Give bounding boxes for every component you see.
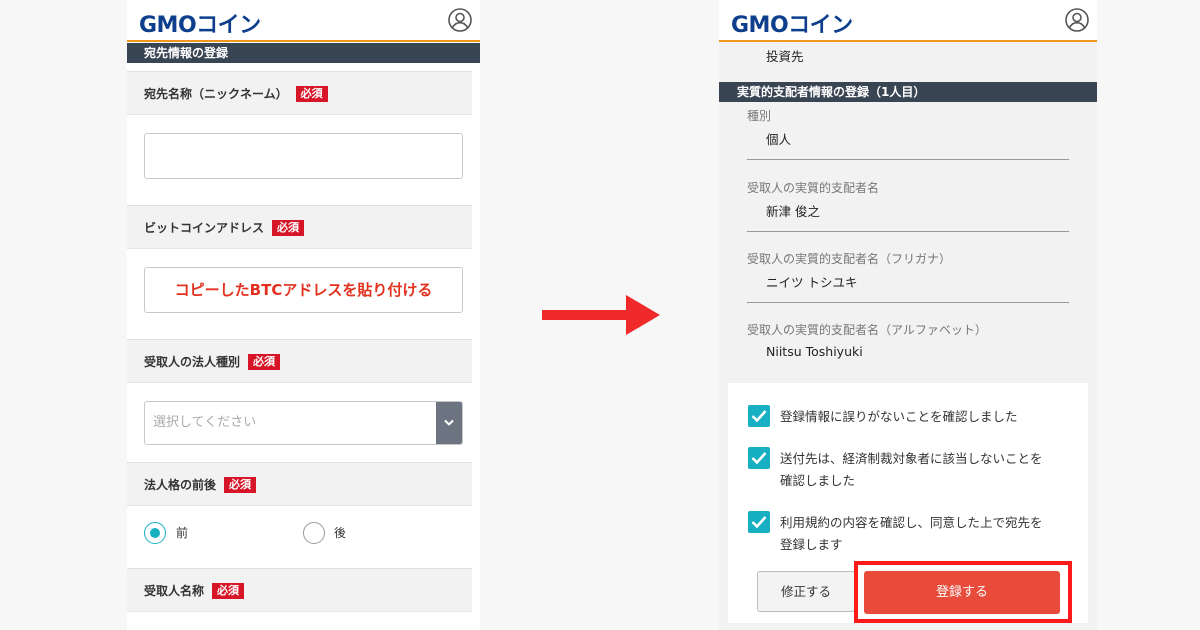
checkmark-icon: [751, 410, 767, 423]
confirm-text-3: 利用規約の内容を確認し、同意した上で宛先を登録します: [780, 515, 1043, 552]
info-label: 受取人の実質的支配者名: [747, 181, 880, 195]
divider: [747, 231, 1069, 232]
select-placeholder: 選択してください: [153, 415, 257, 430]
entity-type-select[interactable]: 選択してください: [144, 401, 463, 445]
account-icon[interactable]: [1065, 8, 1089, 32]
info-label: 受取人の実質的支配者名（アルファベット）: [747, 323, 987, 337]
chevron-down-icon: [444, 419, 454, 426]
info-label: 受取人の実質的支配者名（フリガナ）: [747, 252, 952, 266]
radio-label-before: 前: [176, 526, 189, 540]
divider: [747, 159, 1069, 160]
confirm-checkbox-3[interactable]: [748, 511, 770, 533]
info-value: Niitsu Toshiyuki: [766, 344, 863, 359]
field-header-recipient-name: 受取人名称 必須: [127, 568, 472, 612]
confirm-checkbox-1[interactable]: [748, 405, 770, 427]
corp-position-radio-group: 前 後: [144, 522, 464, 546]
required-badge: 必須: [224, 476, 257, 493]
radio-after[interactable]: [303, 522, 325, 544]
confirm-text-1: 登録情報に誤りがないことを確認しました: [780, 409, 1018, 424]
section-title-bar: 実質的支配者情報の登録（1人目）: [719, 82, 1097, 102]
field-header-corp-position: 法人格の前後 必須: [127, 462, 472, 506]
section-title-bar: 宛先情報の登録: [127, 43, 480, 63]
nickname-input[interactable]: [144, 133, 463, 179]
field-header-btc-address: ビットコインアドレス 必須: [127, 205, 472, 249]
fix-button[interactable]: 修正する: [757, 571, 855, 612]
radio-label-after: 後: [334, 526, 347, 540]
field-label-entity-type: 受取人の法人種別: [144, 355, 241, 369]
field-header-nickname: 宛先名称（ニックネーム） 必須: [127, 71, 472, 115]
gmo-coin-logo: GMOコイン: [731, 13, 853, 38]
checkmark-icon: [751, 516, 767, 529]
field-label-corp-position: 法人格の前後: [144, 478, 217, 492]
info-label: 種別: [747, 109, 772, 123]
required-badge: 必須: [212, 582, 245, 599]
confirm-checkbox-2[interactable]: [748, 447, 770, 469]
left-app-header: GMOコイン: [127, 0, 480, 42]
divider: [747, 302, 1069, 303]
btc-address-input[interactable]: コピーしたBTCアドレスを貼り付ける: [144, 267, 463, 313]
field-header-entity-type: 受取人の法人種別 必須: [127, 339, 472, 383]
right-app-header: GMOコイン: [719, 0, 1097, 42]
checkmark-icon: [751, 452, 767, 465]
gmo-coin-logo: GMOコイン: [139, 13, 261, 38]
account-icon[interactable]: [448, 8, 472, 32]
confirm-text-2: 送付先は、経済制裁対象者に該当しないことを確認しました: [780, 451, 1043, 488]
field-label-nickname: 宛先名称（ニックネーム）: [144, 87, 288, 101]
required-badge: 必須: [272, 219, 305, 236]
radio-before[interactable]: [144, 522, 166, 544]
required-badge: 必須: [295, 85, 328, 102]
purpose-value: 投資先: [766, 49, 804, 64]
right-phone-screen: GMOコイン 投資先 実質的支配者情報の登録（1人目） 種別 個人 受取人の実質…: [719, 0, 1097, 630]
info-value: 新津 俊之: [766, 204, 820, 219]
required-badge: 必須: [248, 353, 281, 370]
info-value: 個人: [766, 132, 792, 147]
right-arrow-icon: [542, 295, 660, 335]
info-value: ニイツ トシユキ: [766, 275, 858, 290]
select-arrow[interactable]: [436, 402, 462, 444]
field-label-recipient-name: 受取人名称: [144, 584, 205, 598]
field-label-btc-address: ビットコインアドレス: [144, 221, 265, 235]
left-phone-screen: GMOコイン 宛先情報の登録 宛先名称（ニックネーム） 必須 ビットコインアドレス…: [127, 0, 480, 630]
register-button[interactable]: 登録する: [864, 571, 1060, 614]
